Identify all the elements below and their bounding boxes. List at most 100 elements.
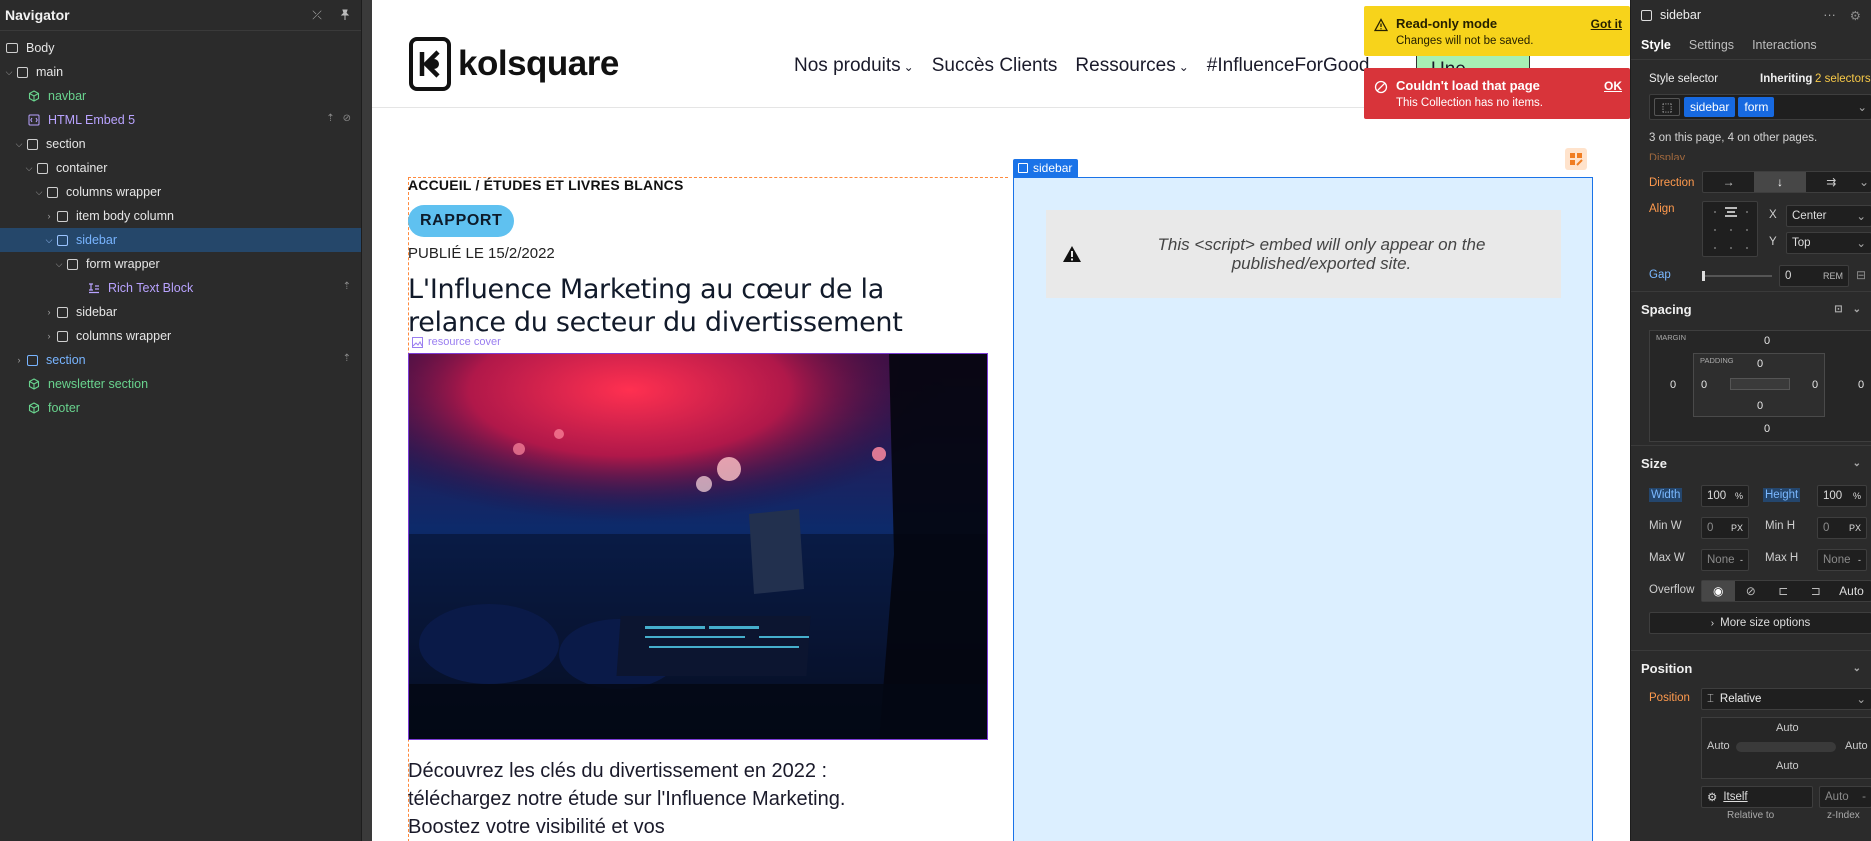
collapse-all-icon[interactable]: ⤫ bbox=[307, 5, 327, 25]
more-options-icon[interactable]: ··· bbox=[1823, 8, 1836, 22]
site-logo[interactable]: kolsquare bbox=[408, 36, 619, 92]
tree-item-newsletter-section[interactable]: newsletter section bbox=[0, 372, 361, 396]
height-input[interactable]: 100% bbox=[1817, 485, 1867, 507]
overflow-scroll-icon[interactable]: ⊏ bbox=[1767, 581, 1800, 601]
chevron-right-icon[interactable]: › bbox=[44, 211, 54, 221]
direction-row-icon[interactable]: → bbox=[1703, 172, 1754, 192]
tree-item-form-wrapper[interactable]: ⌵ form wrapper bbox=[0, 252, 361, 276]
align-y-select[interactable]: Top ⌄ bbox=[1786, 232, 1871, 254]
padding-bottom-value[interactable]: 0 bbox=[1757, 400, 1763, 412]
overflow-clip-icon[interactable]: ⊐ bbox=[1800, 581, 1833, 601]
tab-style[interactable]: Style bbox=[1641, 38, 1671, 52]
tree-item-main[interactable]: ⌵ main bbox=[0, 60, 361, 84]
hidden-icon[interactable]: ⊘ bbox=[343, 113, 351, 124]
selected-element-label[interactable]: sidebar bbox=[1013, 159, 1079, 177]
sidebar-element[interactable]: This <script> embed will only appear on … bbox=[1013, 177, 1593, 841]
max-height-input[interactable]: None - bbox=[1817, 549, 1867, 571]
padding-box[interactable]: PADDING 0 0 0 0 bbox=[1693, 353, 1825, 417]
direction-wrap-icon[interactable]: ⇉ bbox=[1806, 172, 1857, 192]
align-x-select[interactable]: Center ⌄ bbox=[1786, 205, 1871, 227]
width-input[interactable]: 100% bbox=[1701, 485, 1749, 507]
tree-item-container[interactable]: ⌵ container bbox=[0, 156, 361, 180]
chevron-down-icon[interactable]: ⌵ bbox=[4, 67, 14, 78]
tab-settings[interactable]: Settings bbox=[1689, 38, 1734, 52]
padding-left-value[interactable]: 0 bbox=[1701, 379, 1707, 391]
tree-item-html-embed[interactable]: HTML Embed 5 ⇡ ⊘ bbox=[0, 108, 361, 132]
tree-item-footer[interactable]: footer bbox=[0, 396, 361, 420]
position-left-value[interactable]: Auto bbox=[1707, 740, 1730, 752]
menu-item-produits[interactable]: Nos produits ⌄ bbox=[794, 55, 914, 77]
tree-item-rich-text-block[interactable]: Rich Text Block ⇡ bbox=[0, 276, 361, 300]
size-title-row[interactable]: Size ⌄ bbox=[1641, 446, 1861, 480]
tree-item-section-2[interactable]: › section ⇡ bbox=[0, 348, 361, 372]
overflow-hidden-icon[interactable]: ⊘ bbox=[1735, 581, 1768, 601]
chevron-right-icon[interactable]: › bbox=[44, 307, 54, 317]
chevron-down-icon[interactable]: ⌄ bbox=[1857, 100, 1867, 114]
pin-icon[interactable] bbox=[335, 5, 355, 25]
chevron-down-icon[interactable]: ⌄ bbox=[1853, 304, 1861, 315]
selector-mode-icon[interactable]: ⬚ bbox=[1654, 98, 1680, 116]
chevron-down-icon[interactable]: ⌵ bbox=[44, 235, 54, 246]
gap-input[interactable]: 0 REM bbox=[1779, 265, 1849, 287]
margin-box[interactable]: MARGIN 0 0 0 0 PADDING 0 0 0 0 bbox=[1649, 330, 1871, 442]
breadcrumb[interactable]: ACCUEIL / ÉTUDES ET LIVRES BLANCS bbox=[408, 177, 683, 193]
position-bottom-value[interactable]: Auto bbox=[1776, 760, 1799, 772]
selector-pill-form[interactable]: form bbox=[1738, 97, 1775, 117]
max-width-input[interactable]: None - bbox=[1701, 549, 1749, 571]
chevron-right-icon[interactable]: › bbox=[44, 331, 54, 341]
menu-item-succes[interactable]: Succès Clients bbox=[932, 55, 1058, 77]
margin-right-value[interactable]: 0 bbox=[1858, 379, 1864, 391]
design-canvas[interactable]: kolsquare Nos produits ⌄ Succès Clients R… bbox=[372, 0, 1630, 841]
component-icon[interactable]: ⚙ bbox=[1850, 8, 1861, 23]
chevron-down-icon[interactable]: ⌄ bbox=[1857, 172, 1871, 192]
tree-item-item-body-column[interactable]: › item body column bbox=[0, 204, 361, 228]
tree-item-columns-wrapper-2[interactable]: › columns wrapper bbox=[0, 324, 361, 348]
overflow-visible-icon[interactable]: ◉ bbox=[1702, 581, 1735, 601]
position-right-value[interactable]: Auto bbox=[1845, 740, 1868, 752]
spacing-title-row[interactable]: Spacing ⊡ ⌄ bbox=[1641, 292, 1861, 326]
spacing-preset-icon[interactable]: ⊡ bbox=[1834, 304, 1842, 315]
more-size-options-button[interactable]: › More size options bbox=[1649, 612, 1871, 634]
overflow-auto[interactable]: Auto bbox=[1832, 581, 1871, 601]
gap-slider-handle[interactable] bbox=[1702, 271, 1705, 281]
relative-to-select[interactable]: ⚙ Itself bbox=[1701, 786, 1813, 808]
chevron-down-icon[interactable]: ⌵ bbox=[54, 259, 64, 270]
chevron-down-icon[interactable]: ⌵ bbox=[14, 139, 24, 150]
margin-left-value[interactable]: 0 bbox=[1670, 379, 1676, 391]
menu-item-influence-for-good[interactable]: #InfluenceForGood ⌄ bbox=[1207, 55, 1383, 77]
ok-button[interactable]: OK bbox=[1604, 79, 1622, 93]
tree-item-section[interactable]: ⌵ section bbox=[0, 132, 361, 156]
tree-item-columns-wrapper[interactable]: ⌵ columns wrapper bbox=[0, 180, 361, 204]
chevron-down-icon[interactable]: ⌄ bbox=[1853, 458, 1861, 469]
tree-item-sidebar-selected[interactable]: ⌵ sidebar bbox=[0, 228, 361, 252]
align-grid[interactable] bbox=[1702, 201, 1758, 257]
tree-item-sidebar[interactable]: › sidebar bbox=[0, 300, 361, 324]
lock-icon[interactable]: ⊟ bbox=[1856, 268, 1866, 282]
position-top-value[interactable]: Auto bbox=[1776, 722, 1799, 734]
gap-slider[interactable] bbox=[1702, 271, 1772, 281]
position-offsets-box[interactable]: Auto Auto Auto Auto bbox=[1701, 717, 1871, 779]
chevron-down-icon[interactable]: ⌵ bbox=[24, 163, 34, 174]
chevron-down-icon[interactable]: ⌵ bbox=[34, 187, 44, 198]
inheriting-count[interactable]: 2 selectors bbox=[1815, 73, 1871, 85]
padding-top-value[interactable]: 0 bbox=[1757, 358, 1763, 370]
chevron-down-icon[interactable]: ⌄ bbox=[1853, 663, 1861, 674]
got-it-button[interactable]: Got it bbox=[1591, 17, 1622, 31]
menu-item-ressources[interactable]: Ressources ⌄ bbox=[1075, 55, 1188, 77]
position-select[interactable]: ⌶ Relative ⌄ bbox=[1701, 688, 1871, 710]
padding-right-value[interactable]: 0 bbox=[1812, 379, 1818, 391]
position-title-row[interactable]: Position ⌄ bbox=[1641, 651, 1861, 685]
direction-column-icon[interactable]: ↓ bbox=[1754, 172, 1806, 192]
tree-item-body[interactable]: Body bbox=[0, 36, 361, 60]
chevron-right-icon[interactable]: › bbox=[14, 355, 24, 365]
selector-field[interactable]: ⬚ sidebar form ⌄ bbox=[1649, 94, 1871, 120]
z-index-input[interactable]: Auto - bbox=[1819, 786, 1871, 808]
min-height-input[interactable]: 0 PX bbox=[1817, 517, 1867, 539]
tree-item-navbar[interactable]: navbar bbox=[0, 84, 361, 108]
edit-component-icon[interactable] bbox=[1565, 148, 1587, 170]
tab-interactions[interactable]: Interactions bbox=[1752, 38, 1817, 52]
min-width-input[interactable]: 0 PX bbox=[1701, 517, 1749, 539]
margin-bottom-value[interactable]: 0 bbox=[1764, 423, 1770, 435]
selector-pill-sidebar[interactable]: sidebar bbox=[1684, 97, 1736, 117]
resource-cover-image[interactable] bbox=[408, 353, 988, 740]
